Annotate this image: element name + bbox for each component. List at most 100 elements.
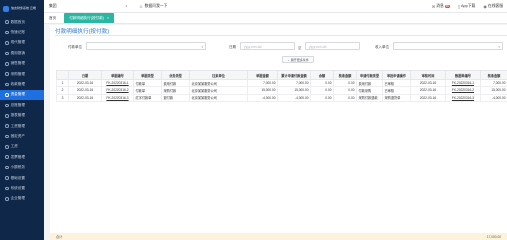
chevron-down-icon: ⌄ [287, 57, 290, 62]
sidebar-item-label: 工资 [10, 144, 18, 149]
table-cell-biz-type: 退付款 [161, 93, 190, 102]
sidebar-item[interactable]: 工资管理 [0, 121, 44, 131]
sidebar-item-label: 采购管理 [10, 71, 25, 76]
sidebar-item[interactable]: 销售管理 [0, 59, 44, 69]
table-cell-doc-type: 红字付款单 [133, 93, 162, 102]
table-cell-code[interactable]: FK-20220316-3 [101, 93, 134, 102]
table-cell-partner: 北京某某服务公司 [189, 86, 248, 95]
table-cell-code[interactable]: FK-20220316-1 [101, 78, 134, 88]
messages-badge: 99 [444, 4, 450, 8]
sidebar-item[interactable]: 收款管理 [0, 79, 44, 89]
menu-icon [5, 93, 9, 97]
sidebar-item[interactable]: 基础设置 [0, 173, 44, 183]
table-row[interactable]: 1 2022-03-16 FK-20220316-1 付款单 费用付款 北京某某服务公司 7… [56, 78, 507, 88]
topbar-actions: ✉ 消息 99 ▯ App下载 ◉ 在线客服 [432, 4, 507, 9]
table-cell-no: 3 [56, 93, 69, 102]
app-download-label: App下载 [460, 3, 476, 8]
tab-home[interactable]: 首页 [44, 14, 61, 23]
table-cell-biz-type: 采购付款 [161, 86, 190, 95]
menu-icon [5, 124, 9, 128]
column-header[interactable]: 审批申请操作 [382, 70, 411, 80]
app-download-button[interactable]: ▯ App下载 [458, 4, 476, 9]
sidebar-item[interactable]: 企业管理 [0, 194, 44, 204]
sidebar-item[interactable]: 报表管理 [0, 111, 44, 121]
close-icon[interactable]: × [107, 16, 109, 20]
company-name: 集团 [49, 3, 57, 8]
menu-icon [5, 82, 9, 87]
column-header[interactable]: 日期 [68, 70, 102, 80]
sidebar-item[interactable]: 工资 [0, 142, 44, 152]
menu-icon [5, 103, 9, 108]
sidebar-item[interactable]: 资金管理 [0, 89, 44, 101]
column-header[interactable]: 数据单编号 [445, 70, 481, 80]
table-row[interactable]: 2 2022-03-16 FK-20220316-2 付款单 采购付款 北京某某服务公司 1… [56, 86, 507, 95]
column-header[interactable]: 申请付款类型 [356, 70, 383, 80]
sidebar-item[interactable]: 总账管理 [0, 100, 44, 110]
column-header[interactable]: 余额 [310, 70, 334, 80]
table-cell-ref-code[interactable]: FK-20220316-3 [445, 93, 481, 102]
sidebar-item[interactable]: 快速记账 [0, 27, 44, 37]
column-header[interactable]: 核准金额 [480, 70, 507, 80]
column-header[interactable]: 审核时间 [410, 70, 446, 80]
table-cell-ref-code[interactable]: FK-20220316-2 [445, 86, 481, 95]
column-header[interactable]: 单据金额 [247, 70, 278, 80]
sidebar-item[interactable]: 发票管理 [0, 152, 44, 162]
app-root: 信友财务系统 云端 数据首页 快速记账现代管理费用报销 销售管理采购管理收款管理 资金… [0, 0, 507, 240]
payment-table: 日期 单据编号 单据类型 业务类型 往来单位 单据金额 累计申请付款金额 余额 核准金额 申请付款… [56, 70, 507, 102]
user-icon: ◉ [483, 3, 487, 9]
menu-icon [5, 72, 9, 76]
chevron-down-icon: ▾ [498, 45, 500, 49]
column-header[interactable]: 单据类型 [133, 70, 162, 80]
sidebar-item[interactable]: 现代管理 [0, 38, 44, 48]
sidebar-item[interactable]: 小额税务 [0, 162, 44, 172]
menu-icon [5, 165, 9, 170]
sidebar-item[interactable]: 数据首页 [0, 17, 44, 27]
sidebar-item-label: 总账管理 [10, 102, 25, 107]
assistant-button[interactable]: ☺ 数据问我一下 [139, 4, 167, 9]
sidebar-item[interactable]: 固定资产 [0, 131, 44, 141]
table-cell-amount: 15,000.00 [247, 86, 278, 95]
table-header: 日期 单据编号 单据类型 业务类型 往来单位 单据金额 累计申请付款金额 余额 核准金额 申请付款… [56, 70, 507, 80]
support-label: 在线客服 [487, 3, 503, 8]
messages-button[interactable]: ✉ 消息 99 [432, 4, 450, 9]
column-header[interactable]: 往来单位 [189, 70, 248, 80]
column-header[interactable]: 业务类型 [161, 70, 190, 80]
sidebar-item[interactable]: 费用报销 [0, 48, 44, 58]
table-cell-final: -4,000.00 [480, 93, 507, 102]
date-start-input[interactable]: yyyy-mm-dd [240, 42, 295, 50]
table-cell-code[interactable]: FK-20220316-2 [101, 86, 134, 95]
column-header[interactable]: 核准金额 [333, 70, 357, 80]
logo-text: 信友财务系统 云端 [11, 5, 36, 10]
date-end-input[interactable]: yyyy-mm-dd [305, 42, 360, 50]
column-header[interactable]: 单据编号 [101, 70, 134, 80]
support-button[interactable]: ◉ 在线客服 [483, 4, 503, 9]
content-card: 付款明细执行(按付款) 付款单位 ▾ 日期 yyyy-mm-dd 至 yyyy-… [50, 25, 507, 240]
expand-filters-button[interactable]: ⌄ 展开更多条件 [282, 56, 314, 63]
org-filter-select[interactable]: ▾ [86, 42, 206, 50]
sidebar-item-label: 发票管理 [10, 154, 25, 159]
date-filter-label: 日期 [229, 44, 236, 49]
company-selector[interactable]: 集团 ▾ [49, 4, 127, 9]
table-cell-pay-type: 付款采购 [356, 86, 383, 95]
sidebar-item[interactable]: 采购管理 [0, 69, 44, 79]
filter-bar: 付款单位 ▾ 日期 yyyy-mm-dd 至 yyyy-mm-dd 收入单位 ▾ [50, 42, 507, 52]
tab-payment-detail[interactable]: 付款明细执行(按付款) × [64, 13, 114, 23]
payee-filter-select[interactable]: ▾ [393, 42, 503, 50]
app-logo[interactable]: 信友财务系统 云端 [0, 0, 44, 17]
table-cell-applied: 15,000.00 [277, 86, 311, 95]
sidebar: 信友财务系统 云端 数据首页 快速记账现代管理费用报销 销售管理采购管理收款管理 资金… [0, 0, 44, 240]
page-title: 付款明细执行(按付款) [55, 29, 110, 35]
phone-icon: ▯ [457, 3, 460, 9]
sidebar-item[interactable]: 系统设置 [0, 183, 44, 193]
sidebar-item-label: 现代管理 [10, 40, 25, 45]
assistant-label: 数据问我一下 [144, 3, 168, 8]
table-cell-ref-code[interactable]: FK-20220316-1 [445, 78, 481, 88]
menu-icon [5, 30, 9, 35]
table-cell-no: 1 [56, 78, 69, 88]
table-row[interactable]: 3 2022-03-16 FK-20220316-3 红字付款单 退付款 北京某某服务公司… [56, 93, 507, 102]
chat-icon: ☺ [139, 3, 144, 9]
column-header[interactable] [56, 70, 69, 80]
table-cell-pay-type: 采购付款退款 [356, 93, 383, 102]
table-cell-audit-time: 2022-03-16 [410, 78, 446, 88]
column-header[interactable]: 累计申请付款金额 [277, 70, 311, 80]
